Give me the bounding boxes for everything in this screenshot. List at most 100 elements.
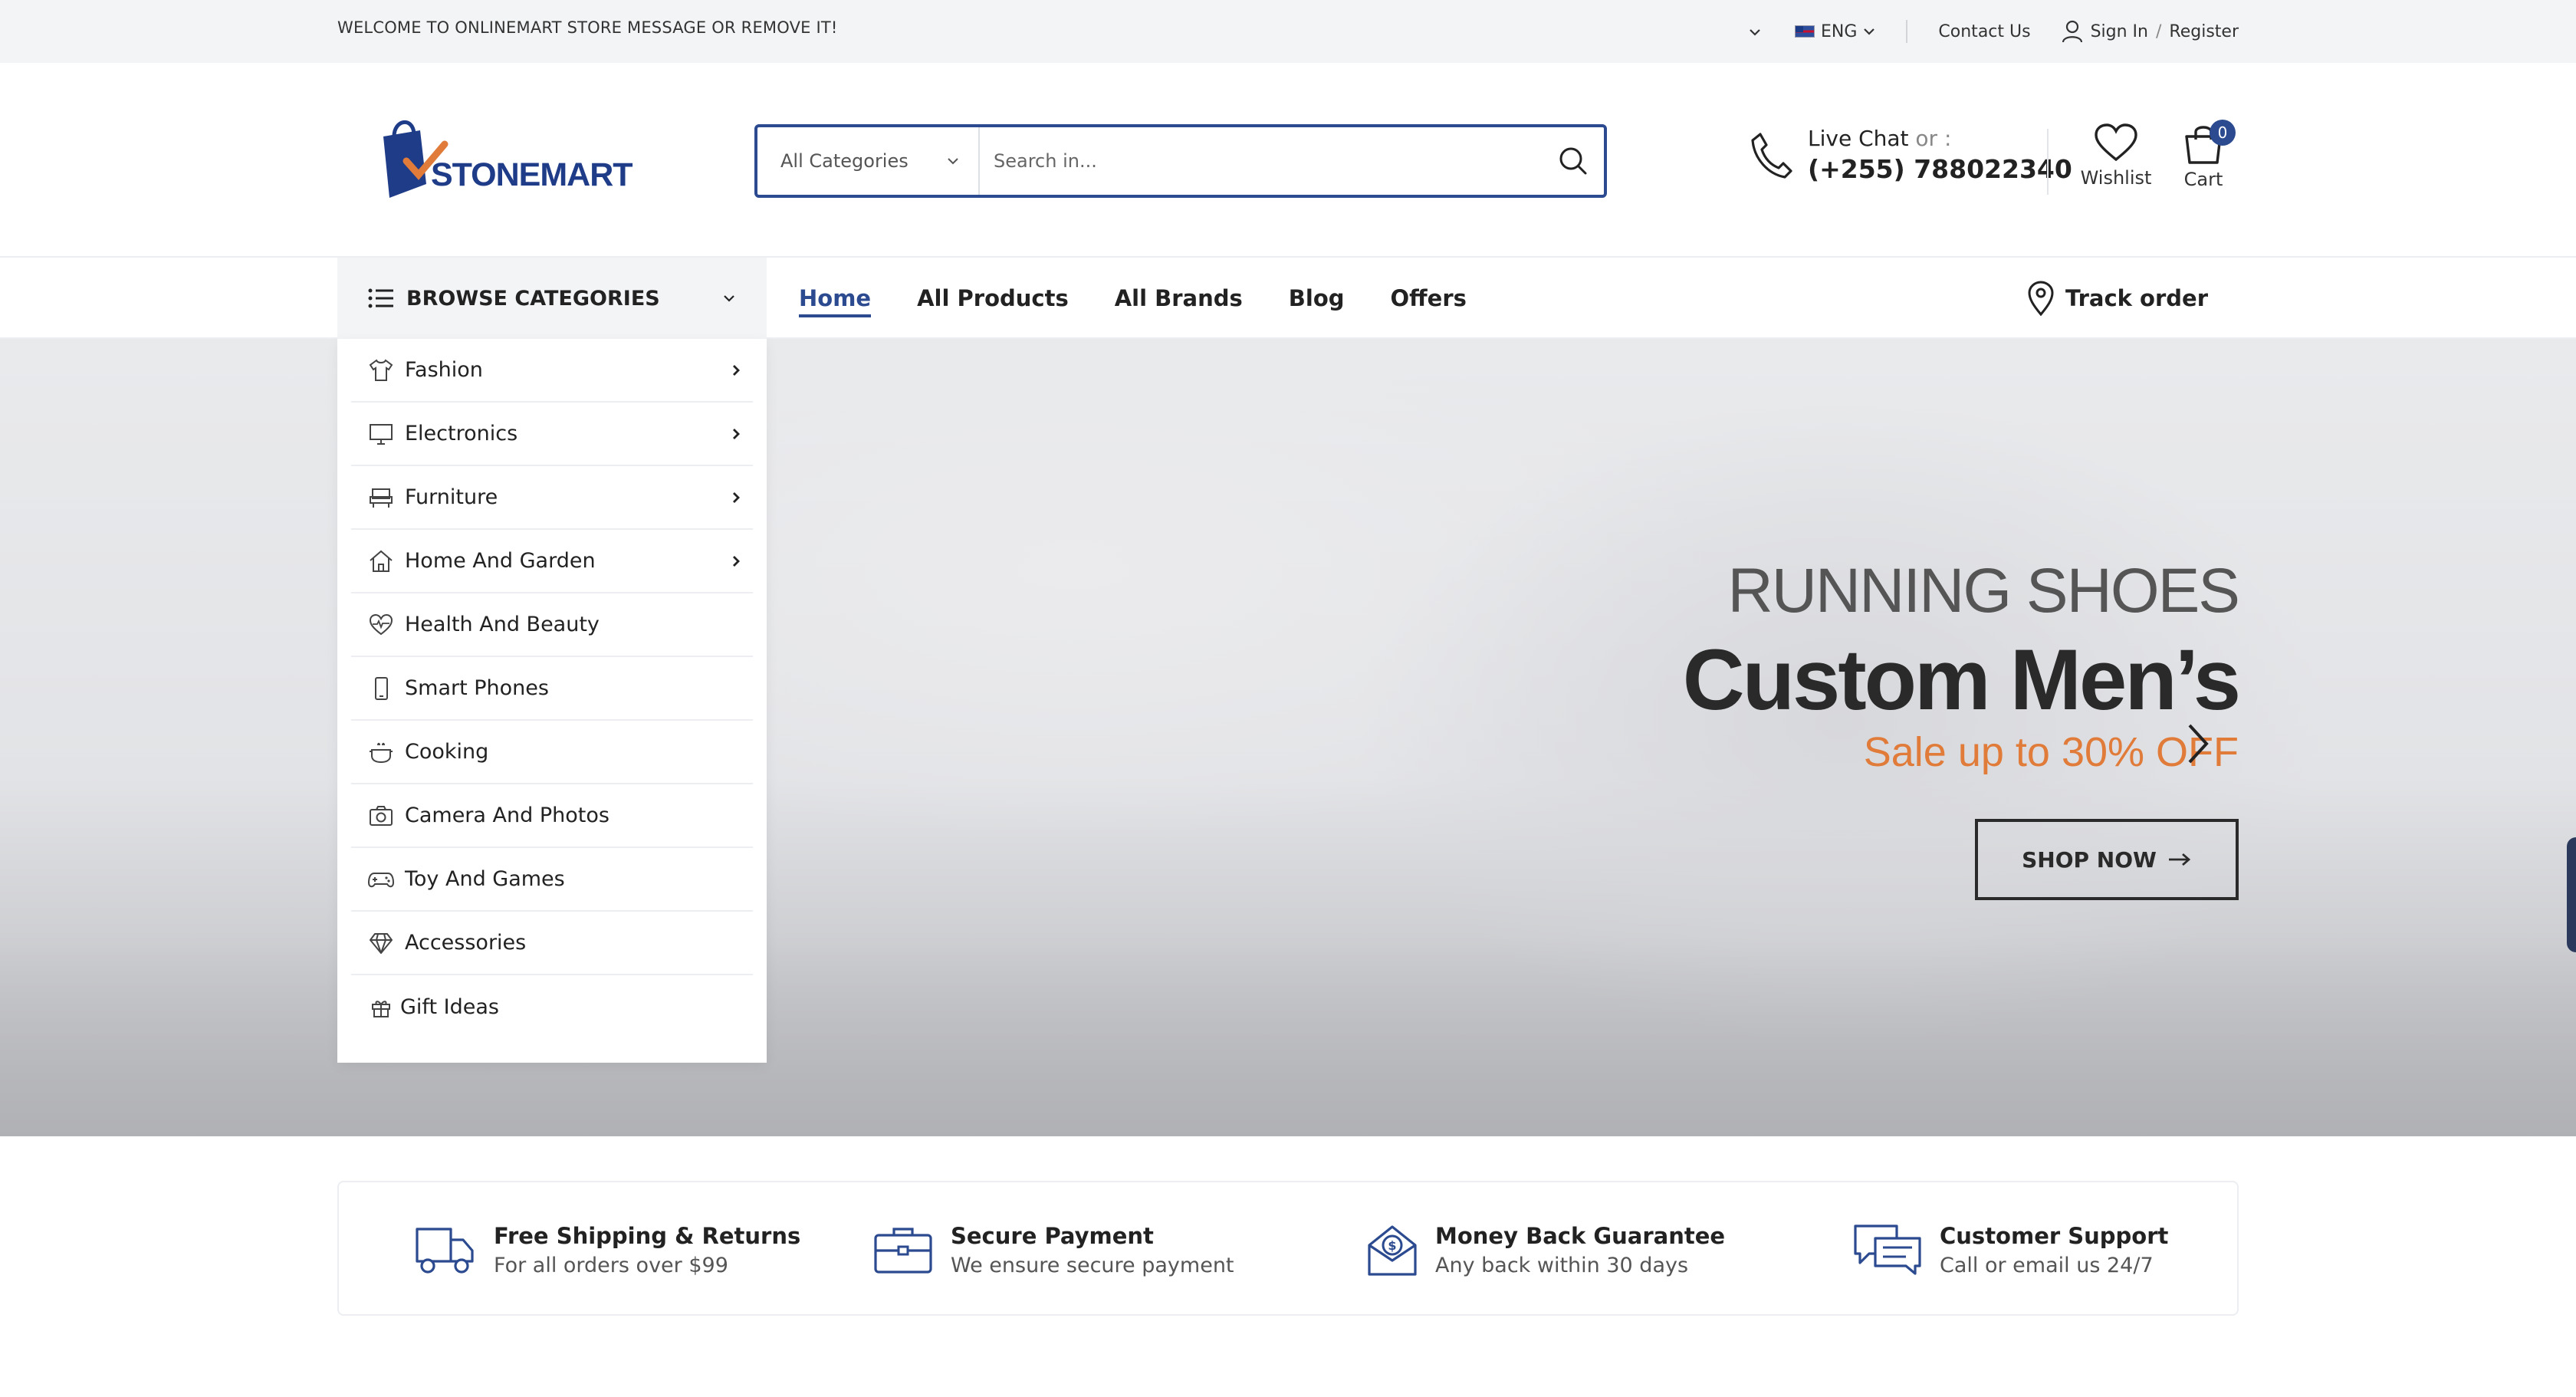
map-pin-icon [2028, 281, 2054, 316]
cart-count-badge: 0 [2210, 120, 2236, 146]
live-chat-label: Live Chat or : [1808, 126, 2072, 151]
register-link[interactable]: Register [2169, 22, 2239, 41]
welcome-message: WELCOME TO ONLINEMART STORE MESSAGE OR R… [337, 18, 838, 37]
sign-in-link[interactable]: Sign In [2091, 22, 2148, 41]
heart-icon [2095, 123, 2137, 162]
uk-flag-icon [1795, 25, 1815, 38]
browse-categories-label: BROWSE CATEGORIES [406, 286, 660, 311]
category-select[interactable]: All Categories [757, 127, 980, 195]
list-icon [368, 288, 393, 308]
shop-now-button[interactable]: SHOP NOW [1975, 819, 2239, 900]
divider [2047, 129, 2049, 195]
smartphone-icon [368, 675, 394, 702]
store-logo[interactable]: STONEMART [376, 113, 633, 205]
feature-subtitle: We ensure secure payment [951, 1253, 1234, 1277]
phone-number[interactable]: (+255) 788022340 [1808, 154, 2072, 184]
live-chat-text: Live Chat [1808, 126, 1909, 151]
chevron-down-icon [1864, 28, 1875, 35]
category-item-camera-and-photos[interactable]: Camera And Photos [351, 784, 753, 848]
chevron-right-icon [733, 364, 740, 376]
feature-subtitle: For all orders over $99 [494, 1253, 728, 1277]
user-icon [2062, 20, 2082, 43]
feature-free-shipping: Free Shipping & Returns For all orders o… [412, 1182, 800, 1317]
category-label: Electronics [405, 422, 518, 445]
features-strip: Free Shipping & Returns For all orders o… [337, 1181, 2239, 1316]
category-item-home-and-garden[interactable]: Home And Garden [351, 530, 753, 593]
category-item-smart-phones[interactable]: Smart Phones [351, 657, 753, 721]
hero-sale-text: Sale up to 30% OFF [1863, 729, 2239, 775]
nav-item-all-products[interactable]: All Products [917, 285, 1069, 311]
money-envelope-icon: $ [1368, 1225, 1417, 1276]
category-item-toy-and-games[interactable]: Toy And Games [351, 848, 753, 912]
category-label: Cooking [405, 740, 489, 764]
nav-item-home[interactable]: Home [799, 285, 872, 317]
category-item-accessories[interactable]: Accessories [351, 912, 753, 975]
live-chat[interactable]: Live Chat or : (+255) 788022340 [1750, 126, 2072, 184]
category-item-health-and-beauty[interactable]: Health And Beauty [351, 593, 753, 657]
home-icon [368, 548, 394, 574]
nav-item-all-brands[interactable]: All Brands [1115, 285, 1243, 311]
nav-menu: Home All Products All Brands Blog Offers [799, 258, 1467, 339]
search-icon [1559, 147, 1587, 175]
heart-pulse-icon [368, 612, 394, 638]
chevron-right-icon [733, 491, 740, 503]
diamond-icon [368, 930, 394, 956]
chat-icon [1854, 1224, 1921, 1275]
category-label: Smart Phones [405, 676, 549, 700]
feature-title: Free Shipping & Returns [494, 1222, 801, 1249]
category-menu: Fashion Electronics Furniture Home And G… [337, 339, 767, 1063]
main-nav: BROWSE CATEGORIES Home All Products All … [0, 258, 2576, 339]
category-item-fashion[interactable]: Fashion [351, 339, 753, 403]
truck-icon [416, 1228, 474, 1274]
phone-icon [1751, 133, 1792, 179]
monitor-icon [368, 421, 394, 447]
hero-subtitle: RUNNING SHOES [1727, 556, 2240, 626]
feature-title: Customer Support [1940, 1222, 2169, 1249]
cooking-pot-icon [368, 739, 394, 765]
wishlist-label: Wishlist [2080, 167, 2152, 189]
nav-item-blog[interactable]: Blog [1289, 285, 1345, 311]
briefcase-icon [874, 1228, 932, 1274]
language-label: ENG [1821, 21, 1858, 41]
side-panel-tab[interactable] [2567, 837, 2576, 952]
search-bar: All Categories [754, 124, 1607, 198]
gift-icon [368, 994, 394, 1021]
account-links: Sign In / Register [2062, 20, 2239, 43]
currency-dropdown-chevron-icon[interactable] [1749, 22, 1761, 41]
divider [1906, 20, 1908, 43]
or-text: or : [1915, 126, 1952, 151]
sofa-icon [368, 485, 394, 511]
contact-us-link[interactable]: Contact Us [1938, 22, 2030, 41]
search-input[interactable] [980, 127, 1543, 195]
search-button[interactable] [1543, 127, 1604, 195]
chevron-right-icon [733, 428, 740, 439]
cart-button[interactable]: 0 Cart [2171, 120, 2236, 190]
category-item-cooking[interactable]: Cooking [351, 721, 753, 784]
category-item-furniture[interactable]: Furniture [351, 466, 753, 530]
category-label: Camera And Photos [405, 804, 610, 827]
feature-title: Secure Payment [951, 1222, 1154, 1249]
category-label: Gift Ideas [400, 995, 499, 1019]
category-item-gift-ideas[interactable]: Gift Ideas [351, 975, 753, 1039]
feature-money-back: $ Money Back Guarantee Any back within 3… [1366, 1182, 1725, 1317]
chevron-down-icon [724, 295, 734, 302]
site-header: STONEMART All Categories Live Chat or : … [0, 63, 2576, 258]
track-order-link[interactable]: Track order [2027, 258, 2208, 339]
svg-text:$: $ [1388, 1238, 1396, 1253]
track-order-label: Track order [2065, 285, 2208, 311]
language-selector[interactable]: ENG [1795, 22, 1875, 41]
category-item-electronics[interactable]: Electronics [351, 403, 753, 466]
browse-categories-toggle[interactable]: BROWSE CATEGORIES [337, 258, 767, 339]
cart-label: Cart [2183, 169, 2223, 190]
category-label: Fashion [405, 358, 483, 382]
wishlist-button[interactable]: Wishlist [2079, 123, 2153, 189]
slider-next-arrow-icon[interactable] [2185, 722, 2211, 768]
category-label: Furniture [405, 485, 498, 509]
shop-now-label: SHOP NOW [2022, 846, 2157, 873]
category-label: Health And Beauty [405, 613, 600, 636]
gamepad-icon [368, 866, 394, 892]
nav-item-offers[interactable]: Offers [1391, 285, 1467, 311]
top-bar: WELCOME TO ONLINEMART STORE MESSAGE OR R… [0, 0, 2576, 63]
tshirt-icon [368, 357, 394, 383]
top-bar-right: ENG Contact Us Sign In / Register [1749, 0, 2239, 63]
